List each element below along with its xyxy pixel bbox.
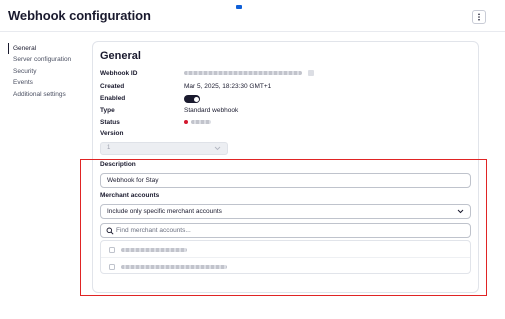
search-icon (106, 227, 114, 235)
chevron-down-icon (214, 146, 221, 151)
version-select-value: 1 (107, 145, 111, 151)
more-vertical-icon (478, 13, 480, 21)
merchant-search-input[interactable] (116, 225, 456, 236)
description-label: Description (100, 161, 136, 168)
merchant-search-field[interactable] (100, 223, 471, 238)
version-label: Version (100, 130, 124, 137)
header-divider (0, 31, 505, 32)
checkbox[interactable] (109, 264, 115, 270)
sidebar-item-additional-settings[interactable]: Additional settings (8, 89, 88, 100)
sidebar-nav: General Server configuration Security Ev… (8, 43, 88, 100)
section-title-general: General (100, 50, 141, 62)
description-input[interactable]: Webhook for Stay (100, 173, 471, 188)
more-options-button[interactable] (472, 10, 486, 24)
chevron-down-icon (457, 209, 464, 214)
list-item[interactable] (109, 262, 227, 272)
merchant-accounts-list (100, 240, 471, 274)
webhook-id-value-redacted (184, 69, 314, 79)
type-value: Standard webhook (184, 107, 239, 114)
merchant-accounts-select-value: Include only specific merchant accounts (107, 208, 222, 215)
sidebar-item-server-configuration[interactable]: Server configuration (8, 54, 88, 65)
list-divider (101, 257, 470, 258)
created-label: Created (100, 83, 125, 90)
merchant-account-name-redacted (121, 248, 187, 252)
toggle-knob (193, 96, 199, 102)
enabled-label: Enabled (100, 95, 126, 102)
list-item[interactable] (109, 245, 187, 255)
sidebar-item-events[interactable]: Events (8, 77, 88, 88)
page-title: Webhook configuration (8, 8, 151, 23)
checkbox[interactable] (109, 247, 115, 253)
merchant-account-name-redacted (121, 265, 227, 269)
sidebar-item-security[interactable]: Security (8, 66, 88, 77)
version-select[interactable]: 1 (100, 142, 228, 155)
merchant-accounts-select[interactable]: Include only specific merchant accounts (100, 204, 471, 219)
status-dot-icon (184, 120, 188, 125)
enabled-toggle[interactable] (184, 95, 200, 103)
top-accent-bar (236, 5, 242, 9)
created-value: Mar 5, 2025, 18:23:30 GMT+1 (184, 83, 272, 90)
webhook-id-label: Webhook ID (100, 70, 138, 77)
status-label: Status (100, 119, 120, 126)
type-label: Type (100, 107, 115, 114)
status-value (184, 118, 211, 128)
merchant-accounts-label: Merchant accounts (100, 192, 160, 199)
sidebar-item-general[interactable]: General (8, 43, 88, 55)
